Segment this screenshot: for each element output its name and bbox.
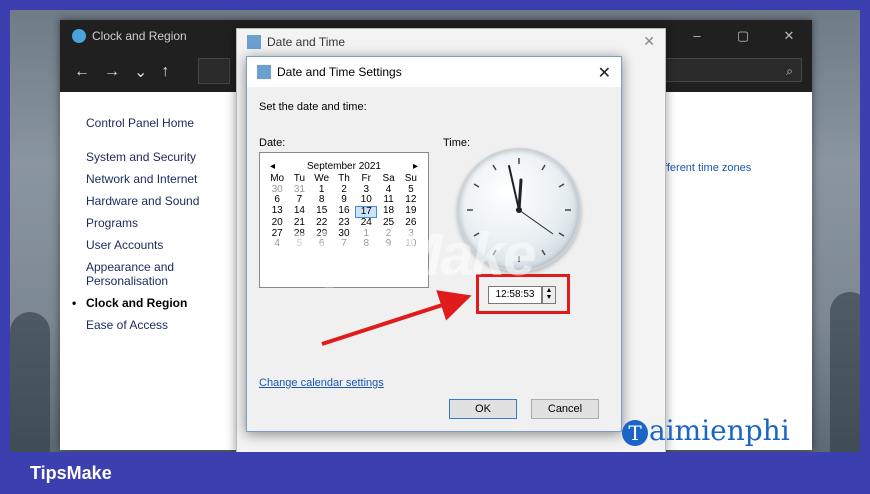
logo-text: aimienphi (649, 414, 790, 447)
footer-bar: TipsMake (0, 452, 870, 494)
taimienphi-logo: Taimienphi (622, 414, 790, 447)
red-arrow (321, 290, 472, 346)
logo-letter: T (622, 419, 648, 446)
watermark: TipsMake (278, 221, 536, 288)
